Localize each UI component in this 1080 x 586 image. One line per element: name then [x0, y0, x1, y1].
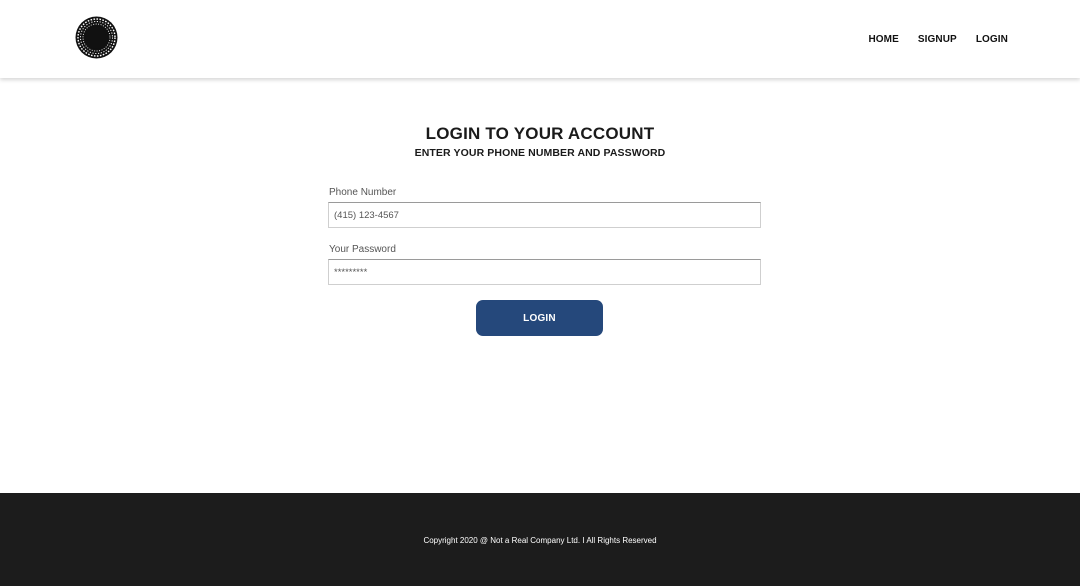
main-nav: HOME SIGNUP LOGIN	[868, 34, 1008, 45]
password-label: Your Password	[329, 244, 396, 255]
copyright-text: Copyright 2020 @ Not a Real Company Ltd.…	[423, 536, 657, 545]
phone-number-label: Phone Number	[329, 187, 397, 198]
page: HOME SIGNUP LOGIN LOGIN TO YOUR ACCOUNT …	[0, 0, 1080, 586]
circular-seal-logo-icon[interactable]	[75, 16, 118, 59]
login-button[interactable]: LOGIN	[476, 300, 603, 336]
page-subtitle: ENTER YOUR PHONE NUMBER AND PASSWORD	[414, 147, 666, 159]
login-section: LOGIN TO YOUR ACCOUNT ENTER YOUR PHONE N…	[0, 78, 1080, 493]
site-footer: Copyright 2020 @ Not a Real Company Ltd.…	[0, 493, 1080, 586]
password-input[interactable]	[328, 259, 761, 285]
nav-home-link[interactable]: HOME	[868, 34, 898, 45]
site-header: HOME SIGNUP LOGIN	[0, 0, 1080, 78]
nav-signup-link[interactable]: SIGNUP	[918, 34, 957, 45]
phone-number-input[interactable]	[328, 202, 761, 228]
nav-login-link[interactable]: LOGIN	[976, 34, 1008, 45]
page-title: LOGIN TO YOUR ACCOUNT	[425, 124, 655, 143]
